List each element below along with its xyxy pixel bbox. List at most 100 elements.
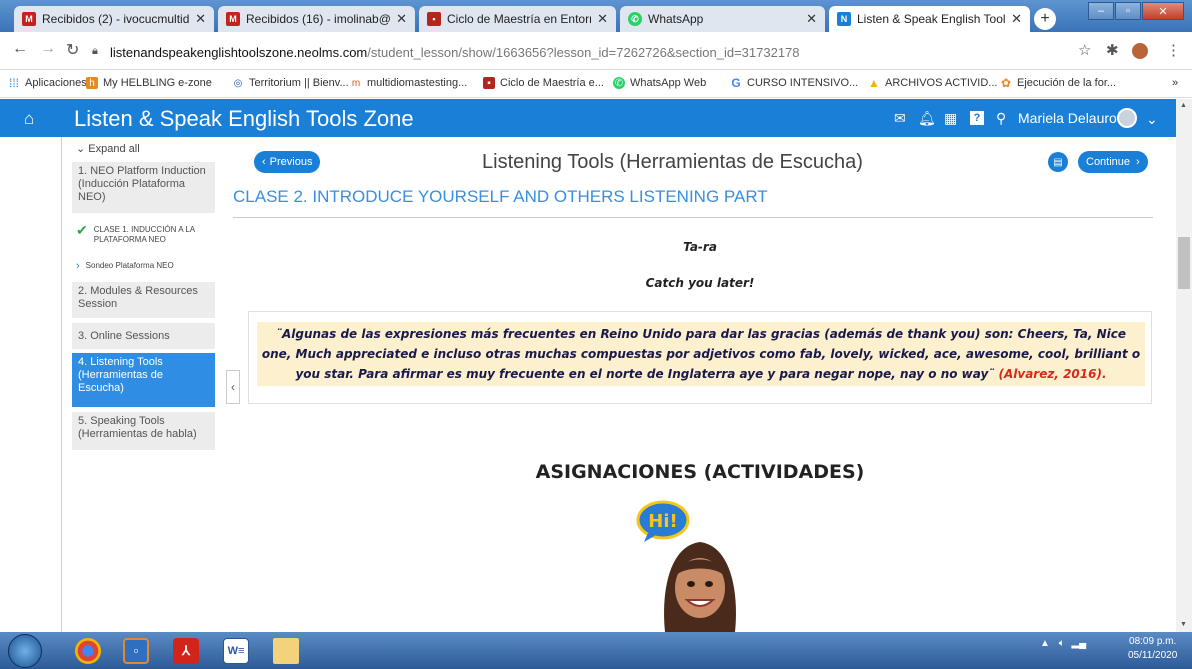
system-tray: ▲ 🔈︎ ▂▄ [1040,638,1086,649]
bookmark-ciclo[interactable]: ▪ Ciclo de Maestría e... [483,77,604,89]
tab-title: Recibidos (2) - ivocucmultidiom [42,12,190,26]
taskbar-explorer[interactable] [266,635,306,666]
sidebar-item-module-1[interactable]: 1. NEO Platform Induction (Inducción Pla… [72,162,215,213]
taskbar-clock[interactable]: 08:09 p.m. 05/11/2020 [1128,635,1177,663]
bookmark-label: Aplicaciones [25,77,87,89]
chevron-left-icon: ‹ [231,380,235,394]
close-window-button[interactable]: ✕ [1142,2,1184,20]
whatsapp-icon: ✆ [628,12,642,26]
browser-tab[interactable]: ▪ Ciclo de Maestría en Entornos V ✕ [419,6,616,32]
user-name[interactable]: Mariela Delauro [1018,110,1117,126]
bookmark-apps[interactable]: ⁞⁞⁞ Aplicaciones [8,76,87,90]
url-domain: listenandspeakenglishtoolszone.neolms.co… [110,45,368,60]
flower-icon: ✿ [1000,76,1012,90]
course-sidebar: ⌄ Expand all 1. NEO Platform Induction (… [62,137,222,632]
lock-icon[interactable]: 🔒︎ [92,45,98,58]
search-icon[interactable]: ⚲ [996,110,1006,127]
acrobat-icon: ⅄ [173,637,199,664]
close-tab-icon[interactable]: ✕ [1011,11,1022,27]
collapse-sidebar-button[interactable]: ‹ [226,370,240,404]
close-tab-icon[interactable]: ✕ [597,11,608,27]
continue-button[interactable]: Continue › [1078,151,1148,173]
notes-icon[interactable]: ▤ [1048,152,1068,172]
scroll-down-icon[interactable]: ▼ [1180,621,1187,628]
bitmoji-avatar [664,542,736,632]
sidebar-subitem-sondeo[interactable]: › Sondeo Plataforma NEO [76,260,174,272]
clock-time: 08:09 p.m. [1129,636,1177,647]
sidebar-item-module-5[interactable]: 5. Speaking Tools (Herramientas de habla… [72,412,215,450]
back-icon[interactable]: ← [12,40,28,58]
sidebar-item-label: 3. Online Sessions [78,330,170,342]
home-icon[interactable]: ⌂ [24,109,34,129]
previous-button[interactable]: ‹ Previous [254,151,321,173]
hi-bubble-text: Hi! [648,511,677,532]
sidebar-item-module-2[interactable]: 2. Modules & Resources Session [72,282,215,318]
minimize-button[interactable]: ‒ [1088,2,1114,20]
quote-box: ¨Algunas de las expresiones más frecuent… [248,311,1152,404]
reload-icon[interactable]: ↻ [66,40,79,60]
tray-expand-icon[interactable]: ▲ [1040,638,1050,649]
gmail-icon: M [22,12,36,26]
calendar-icon[interactable]: ▦ [944,110,957,127]
tab-title: WhatsApp [648,12,704,26]
extensions-icon[interactable]: ✱ [1106,41,1119,59]
browser-tab-strip: M Recibidos (2) - ivocucmultidiom ✕ M Re… [0,0,1192,32]
browser-tab[interactable]: M Recibidos (2) - ivocucmultidiom ✕ [14,6,214,32]
user-avatar[interactable] [1117,108,1137,128]
close-tab-icon[interactable]: ✕ [806,11,817,27]
network-signal-icon[interactable]: ▂▄ [1071,638,1086,649]
bookmark-label: Ciclo de Maestría e... [500,77,604,89]
sidebar-item-module-3[interactable]: 3. Online Sessions [72,323,215,349]
taskbar-word[interactable]: W≡ [216,635,256,666]
chevron-down-icon[interactable]: ⌄ [1146,111,1158,128]
scrollbar-thumb[interactable] [1178,237,1190,289]
volume-icon[interactable]: 🔈︎ [1059,638,1065,649]
sidebar-item-label: 5. Speaking Tools (Herramientas de habla… [78,415,197,440]
bookmark-archivos[interactable]: ▲ ARCHIVOS ACTIVID... [868,76,997,90]
bookmarks-overflow-button[interactable]: » [1172,77,1178,89]
new-tab-button[interactable]: + [1034,8,1056,30]
help-icon[interactable]: ? [970,111,984,125]
profile-icon[interactable] [1132,43,1148,59]
google-icon: G [731,76,741,90]
bookmark-curso[interactable]: G CURSO INTENSIVO... [730,76,858,90]
chevron-right-icon: › [76,260,80,272]
bookmark-whatsapp[interactable]: ✆ WhatsApp Web [613,77,706,89]
url-field[interactable]: listenandspeakenglishtoolszone.neolms.co… [110,45,800,60]
windows-taskbar: ▫ ⅄ W≡ ▲ 🔈︎ ▂▄ 08:09 p.m. 05/11/2020 [0,632,1192,669]
page-scrollbar[interactable] [1176,99,1192,632]
taskbar-chrome[interactable] [68,635,108,666]
neo-icon: N [837,12,851,26]
maximize-button[interactable]: ▫ [1115,2,1141,20]
sidebar-item-label: 1. NEO Platform Induction (Inducción Pla… [78,165,206,203]
browser-tab[interactable]: ✆ WhatsApp ✕ [620,6,825,32]
menu-icon[interactable]: ⋮ [1166,41,1181,59]
taskbar-app[interactable]: ▫ [116,635,156,666]
sidebar-item-module-4[interactable]: 4. Listening Tools (Herramientas de Escu… [72,353,215,407]
forward-icon[interactable]: → [40,40,56,58]
taskbar-acrobat[interactable]: ⅄ [166,635,206,666]
bookmark-helbling[interactable]: h My HELBLING e-zone [86,77,212,89]
sidebar-subitem-label: Sondeo Plataforma NEO [85,261,174,270]
apps-grid-icon: ⁞⁞⁞ [8,76,19,90]
close-tab-icon[interactable]: ✕ [195,11,206,27]
previous-label: Previous [269,156,313,168]
close-tab-icon[interactable]: ✕ [396,11,407,27]
app-title[interactable]: Listen & Speak English Tools Zone [74,106,414,132]
mail-icon[interactable]: ✉ [894,110,906,127]
expression-ta-ra: Ta-ra [683,240,717,254]
bookmark-ejecucion[interactable]: ✿ Ejecución de la for... [1000,76,1116,90]
sidebar-subitem-clase-1[interactable]: ✔ CLASE 1. INDUCCIÓN A LA PLATAFORMA NEO [76,223,221,245]
browser-tab-active[interactable]: N Listen & Speak English Tools Zo ✕ [829,6,1030,32]
tab-title: Recibidos (16) - imolinab@mise [246,12,391,26]
browser-tab[interactable]: M Recibidos (16) - imolinab@mise ✕ [218,6,415,32]
bookmark-territorium[interactable]: ◎ Territorium || Bienv... [232,77,349,89]
sidebar-item-label: 4. Listening Tools (Herramientas de Escu… [78,356,163,394]
start-button[interactable] [8,634,42,668]
bookmark-multidiomas[interactable]: m multidiomastesting... [350,77,467,89]
chevron-down-icon: ⌄ [76,143,89,155]
notifications-bell-icon[interactable]: 🔔︎ [918,110,936,127]
bookmark-star-icon[interactable]: ☆ [1078,41,1091,59]
expand-all-toggle[interactable]: ⌄ Expand all [76,142,140,155]
scroll-up-icon[interactable]: ▲ [1180,102,1187,109]
